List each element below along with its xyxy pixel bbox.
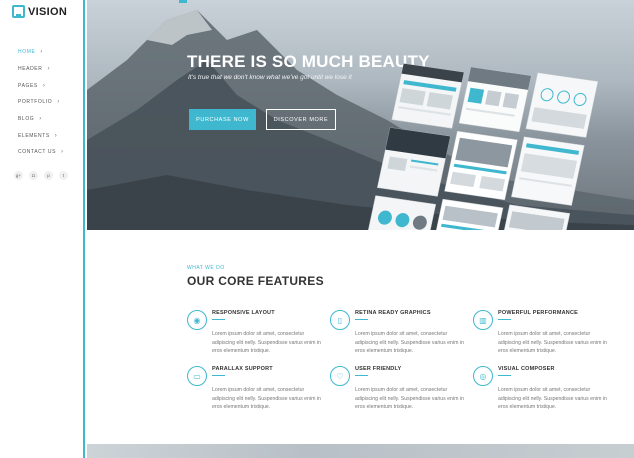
nav-item-portfolio[interactable]: PORTFOLIO › (18, 94, 64, 111)
hero-section: THERE IS SO MUCH BEAUTY It's true that w… (87, 0, 634, 230)
page: VISION HOME › HEADER › PAGES › PORTFOLIO › B… (0, 0, 634, 458)
nav-item-elements[interactable]: ELEMENTS › (18, 127, 64, 144)
nav-item-label: PORTFOLIO (18, 99, 53, 106)
circle-icon: ◎ (473, 366, 493, 386)
section-title: OUR CORE FEATURES (187, 274, 324, 288)
feature-underline (498, 319, 511, 320)
feature-name: VISUAL COMPOSER (498, 366, 555, 372)
twitter-icon[interactable]: t (59, 171, 68, 180)
feature-text: Lorem ipsum dolor sit amet, consectetur … (355, 331, 464, 354)
logo-text: VISION (28, 5, 68, 18)
chart-icon: ▥ (473, 310, 493, 330)
feature-name: RESPONSIVE LAYOUT (212, 310, 275, 316)
device-mockups-image (367, 63, 599, 230)
heart-icon: ♡ (330, 366, 350, 386)
sidebar-nav: HOME › HEADER › PAGES › PORTFOLIO › BLOG › EL… (18, 44, 64, 161)
feature-underline (498, 375, 511, 376)
chevron-right-icon: › (40, 49, 44, 56)
mobile-icon: ▯ (330, 310, 350, 330)
discover-more-button[interactable]: DISCOVER MORE (266, 109, 336, 130)
logo-mark-icon (12, 5, 25, 18)
chevron-right-icon: › (42, 82, 46, 89)
nav-item-label: CONTACT US (18, 149, 57, 156)
features-section: WHAT WE DO OUR CORE FEATURES ◉ RESPONSIV… (87, 230, 634, 444)
nav-item-pages[interactable]: PAGES › (18, 77, 64, 94)
chevron-right-icon: › (54, 132, 58, 139)
pinterest-icon[interactable]: p (44, 171, 53, 180)
feature-text: Lorem ipsum dolor sit amet, consectetur … (355, 387, 464, 410)
chevron-right-icon: › (57, 99, 60, 106)
instagram-icon[interactable]: ◘ (29, 171, 38, 180)
feature-underline (212, 319, 225, 320)
feature-text: Lorem ipsum dolor sit amet, consectetur … (498, 331, 607, 354)
nav-item-label: ELEMENTS (18, 132, 50, 139)
chevron-right-icon: › (61, 149, 64, 156)
feature-underline (355, 319, 368, 320)
feature-name: PARALLAX SUPPORT (212, 366, 273, 372)
purchase-now-button[interactable]: PURCHASE NOW (189, 109, 256, 130)
nav-item-blog[interactable]: BLOG › (18, 111, 64, 128)
feature-underline (212, 375, 225, 376)
google-plus-icon[interactable]: g+ (14, 171, 23, 180)
feature-name: USER FRIENDLY (355, 366, 402, 372)
feature-text: Lorem ipsum dolor sit amet, consectetur … (498, 387, 607, 410)
nav-item-label: HOME (18, 49, 36, 56)
chevron-right-icon: › (39, 116, 42, 123)
nav-item-label: BLOG (18, 116, 35, 123)
next-section-background (87, 444, 634, 458)
monitor-icon: ▭ (187, 366, 207, 386)
top-accent-bar (179, 0, 187, 3)
feature-text: Lorem ipsum dolor sit amet, consectetur … (212, 331, 321, 354)
nav-item-home[interactable]: HOME › (18, 44, 64, 61)
feature-underline (355, 375, 368, 376)
logo[interactable]: VISION (12, 5, 67, 18)
social-links: g+ ◘ p t (14, 171, 68, 180)
section-eyebrow: WHAT WE DO (187, 265, 225, 271)
nav-item-header[interactable]: HEADER › (18, 61, 64, 78)
nav-item-label: PAGES (18, 82, 38, 89)
hero-subtitle: It's true that we don't know what we've … (188, 74, 352, 81)
feature-text: Lorem ipsum dolor sit amet, consectetur … (212, 387, 321, 410)
sidebar: VISION HOME › HEADER › PAGES › PORTFOLIO › B… (0, 0, 85, 458)
camera-icon: ◉ (187, 310, 207, 330)
chevron-right-icon: › (47, 66, 51, 73)
feature-name: POWERFUL PERFORMANCE (498, 310, 578, 316)
feature-name: RETINA READY GRAPHICS (355, 310, 431, 316)
nav-item-label: HEADER (18, 66, 43, 73)
nav-item-contact-us[interactable]: CONTACT US › (18, 144, 64, 161)
